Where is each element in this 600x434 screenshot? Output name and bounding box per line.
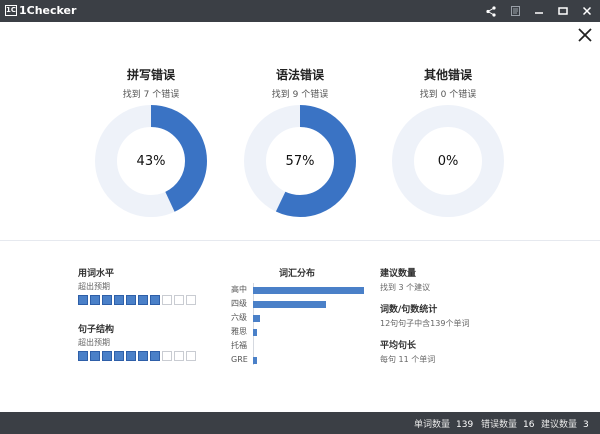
sentence-structure-segment [162,351,172,361]
title-bar: 1C 1Checker [0,0,600,22]
sentence-structure-segment [174,351,184,361]
sentence-structure-segment [78,351,88,361]
donut-percent: 0% [437,153,459,169]
window-controls [484,3,594,19]
vocab-level-segment [90,295,100,305]
error-count-label: 错误数量 [481,420,518,430]
vocab-level-segment [150,295,160,305]
donut-percent: 57% [285,153,315,169]
vocab-row-label: 高中 [231,285,247,294]
vocab-level-title: 用词水平 [78,269,115,279]
minimize-icon[interactable] [532,3,546,19]
close-x-icon[interactable] [576,26,594,44]
vocab-row-label: 四级 [231,299,247,308]
card-subtitle: 找到 9 个错误 [271,90,329,100]
error-count-status: 错误数量 16 [481,417,534,430]
vocab-row-label: GRE [231,355,248,364]
vocab-level-segment [102,295,112,305]
sentence-structure-segment [114,351,124,361]
vocab-level-segment [78,295,88,305]
sentence-structure-title: 句子结构 [78,325,115,335]
word-count-status: 单词数量 139 [414,417,473,430]
sentence-structure-meter [78,351,196,361]
close-icon[interactable] [580,3,594,19]
other-donut-chart: 0% [391,104,505,218]
vocab-level-meter [78,295,196,305]
vocab-distribution-title: 词汇分布 [279,269,316,279]
vocab-row-label: 六级 [231,313,247,322]
sentence-structure-segment [126,351,136,361]
maximize-icon[interactable] [556,3,570,19]
word-count-value: 139 [456,420,474,430]
spelling-donut-chart: 43% [94,104,208,218]
error-count-value: 16 [523,420,535,430]
word-sentence-value: 12句句子中含139个单词 [380,319,470,328]
grammar-donut-chart: 57% [243,104,357,218]
vocab-level-segment [114,295,124,305]
card-subtitle: 找到 0 个错误 [419,90,477,100]
vocab-bar [253,287,364,294]
avg-length-value: 每句 11 个单词 [380,355,436,364]
suggestions-title: 建议数量 [380,269,417,279]
vocab-row-label: 托福 [231,341,247,350]
vocab-bar [253,315,260,322]
vocab-level-segment [126,295,136,305]
suggestions-value: 找到 3 个建议 [380,283,431,292]
spelling-errors-card: 拼写错误 找到 7 个错误 [91,66,211,100]
word-count-label: 单词数量 [414,420,451,430]
donut-percent: 43% [136,153,166,169]
vocab-level-subtitle: 超出预期 [78,282,110,291]
document-icon[interactable] [508,3,522,19]
section-divider [0,240,600,241]
sentence-structure-segment [150,351,160,361]
vocab-row-label: 雅思 [231,327,247,336]
app-logo-icon: 1C [5,5,17,16]
other-errors-card: 其他错误 找到 0 个错误 [388,66,508,100]
status-bar: 单词数量 139 错误数量 16 建议数量 3 [0,412,600,434]
vocab-bar [253,301,326,308]
suggestion-count-value: 3 [583,420,589,430]
vocab-bar [253,329,257,336]
word-sentence-title: 词数/句数统计 [380,305,438,315]
card-title: 拼写错误 [126,68,175,82]
grammar-errors-card: 语法错误 找到 9 个错误 [240,66,360,100]
sentence-structure-segment [138,351,148,361]
vocab-level-segment [138,295,148,305]
sentence-structure-segment [102,351,112,361]
card-subtitle: 找到 7 个错误 [122,90,180,100]
share-icon[interactable] [484,3,498,19]
suggestion-count-status: 建议数量 3 [541,417,589,430]
app-title: 1Checker [19,4,77,17]
card-title: 其他错误 [423,68,472,82]
sentence-structure-segment [186,351,196,361]
vocab-level-segment [162,295,172,305]
vocab-level-segment [174,295,184,305]
sentence-structure-subtitle: 超出预期 [78,338,110,347]
card-title: 语法错误 [275,68,324,82]
suggestion-count-label: 建议数量 [541,420,578,430]
vocab-bar [253,357,257,364]
vocab-level-segment [186,295,196,305]
avg-length-title: 平均句长 [380,341,417,351]
sentence-structure-segment [90,351,100,361]
